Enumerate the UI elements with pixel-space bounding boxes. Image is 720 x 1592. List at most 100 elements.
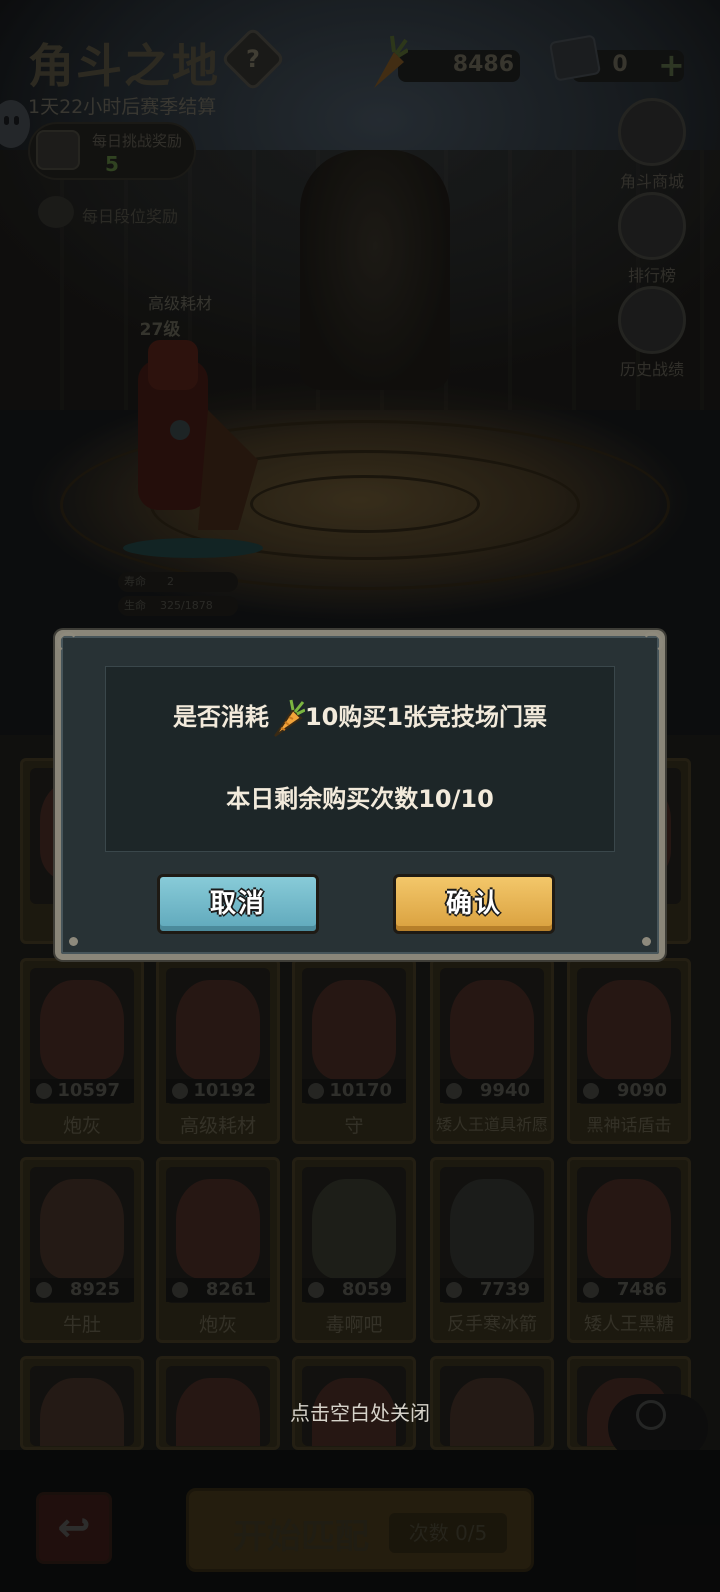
sword-icon (172, 1282, 188, 1298)
health-value: 325/1878 (160, 599, 213, 612)
unit-card[interactable]: 8925 牛肚 (20, 1157, 144, 1343)
corner-ornament (57, 632, 79, 654)
confirm-button[interactable]: 确认 (393, 874, 555, 934)
sword-icon (446, 1282, 462, 1298)
sword-icon (308, 1083, 324, 1099)
unit-power: 8261 (166, 1278, 270, 1302)
lifespan-label: 寿命 (124, 575, 146, 588)
rank-reward-icon[interactable] (38, 196, 74, 228)
unit-power-value: 8059 (341, 1279, 392, 1300)
unit-name: 高级耗材 (179, 1115, 256, 1137)
match-attempts: 次数 0/5 (389, 1513, 507, 1553)
health-bar: 生命 325/1878 (118, 596, 238, 616)
money-bag-icon (618, 98, 686, 166)
unit-power-value: 10192 (193, 1080, 256, 1101)
unit-card[interactable]: 9090 黑神话盾击 (567, 958, 691, 1144)
unit-power: 7739 (440, 1278, 544, 1302)
unit-card[interactable]: 10597 炮灰 (20, 958, 144, 1144)
unit-name: 矮人王道具祈愿 (435, 1115, 548, 1134)
unit-name: 炮灰 (198, 1314, 237, 1336)
unit-name: 牛肚 (62, 1314, 101, 1336)
unit-power: 8059 (302, 1278, 406, 1302)
sword-icon (172, 1083, 188, 1099)
knight-statue (300, 150, 450, 390)
carrot-icon (274, 699, 305, 737)
season-countdown: 1天22小时后赛季结算 (28, 96, 217, 118)
sword-icon (36, 1083, 52, 1099)
unit-name: 矮人王黑糖 (584, 1314, 674, 1335)
page-title: 角斗之地 (28, 39, 220, 93)
corner-rivet (642, 937, 651, 946)
unit-power-value: 7486 (616, 1279, 667, 1300)
unit-card[interactable]: 9940 矮人王道具祈愿 (430, 958, 554, 1144)
unit-power-value: 10170 (329, 1080, 392, 1101)
lifespan-bar: 寿命 2 (118, 572, 238, 592)
unit-power: 10597 (30, 1079, 134, 1103)
unit-card[interactable]: 7486 矮人王黑糖 (567, 1157, 691, 1343)
dialog-message-panel: 是否消耗 10购买1张竞技场门票 本日剩余购买次数10/10 (105, 666, 615, 852)
purchase-suffix: 10购买1张竞技场门票 (304, 703, 548, 731)
trophy-icon (618, 192, 686, 260)
sword-icon (583, 1282, 599, 1298)
back-button[interactable]: ↩ (36, 1492, 112, 1564)
purchase-ticket-dialog: 是否消耗 10购买1张竞技场门票 本日剩余购买次数10/10 取消 确认 (55, 630, 665, 960)
unit-power: 10192 (166, 1079, 270, 1103)
carrot-count: 8486 (452, 52, 514, 77)
unit-power-value: 8925 (69, 1279, 120, 1300)
unit-power: 9090 (577, 1079, 681, 1103)
sword-icon (308, 1282, 324, 1298)
start-match-button[interactable]: 开始匹配 次数 0/5 (186, 1488, 534, 1572)
purchase-prefix: 是否消耗 (172, 703, 269, 731)
unit-card[interactable]: 8261 炮灰 (156, 1157, 280, 1343)
daily-rank-reward-label[interactable]: 每日段位奖励 (82, 203, 178, 227)
health-label: 生命 (124, 599, 146, 612)
remaining-purchases: 本日剩余购买次数10/10 (226, 785, 494, 813)
unit-name: 炮灰 (62, 1115, 101, 1137)
unit-power: 8925 (30, 1278, 134, 1302)
purchase-question: 是否消耗 10购买1张竞技场门票 (106, 697, 614, 738)
unit-card[interactable]: 10192 高级耗材 (156, 958, 280, 1144)
tap-to-close-hint: 点击空白处关闭 (290, 1401, 430, 1425)
unit-card[interactable]: 8059 毒啊吧 (292, 1157, 416, 1343)
lifespan-value: 2 (166, 575, 174, 588)
unit-power: 10170 (302, 1079, 406, 1103)
sword-icon (446, 1083, 462, 1099)
cancel-button[interactable]: 取消 (157, 874, 319, 934)
start-match-label: 开始匹配 (233, 1517, 369, 1557)
daily-challenge-label: 每日挑战奖励 (91, 132, 182, 150)
leaderboard-label: 排行榜 (627, 266, 676, 285)
arena-shop-button[interactable]: 角斗商城 (612, 98, 692, 192)
unit-power-value: 9940 (479, 1080, 530, 1101)
hero-sprite (123, 340, 263, 558)
ticket-count: 0 (612, 52, 628, 77)
unit-name: 守 (344, 1115, 364, 1137)
unit-card[interactable]: 10170 守 (292, 958, 416, 1144)
unit-name: 毒啊吧 (325, 1314, 383, 1336)
ticket-icon (548, 34, 602, 82)
arena-ring (250, 475, 480, 533)
daily-challenge-count: 5 (105, 152, 119, 176)
history-button[interactable]: 历史战绩 (612, 286, 692, 380)
corner-rivet (69, 937, 78, 946)
unit-name: 反手寒冰箭 (447, 1314, 537, 1335)
unit-power-value: 10597 (57, 1080, 120, 1101)
unit-power-value: 8261 (205, 1279, 256, 1300)
history-label: 历史战绩 (619, 360, 684, 379)
sword-icon (583, 1083, 599, 1099)
add-ticket-button[interactable]: + (658, 49, 685, 81)
unit-power: 9940 (440, 1079, 544, 1103)
unit-power: 7486 (577, 1278, 681, 1302)
back-arrow-icon: ↩ (57, 1505, 91, 1551)
unit-power-value: 7739 (479, 1279, 530, 1300)
featured-unit-name: 高级耗材 (147, 294, 212, 313)
leaderboard-button[interactable]: 排行榜 (612, 192, 692, 286)
unit-card[interactable]: 7739 反手寒冰箭 (430, 1157, 554, 1343)
sword-icon (36, 1282, 52, 1298)
unit-power-value: 9090 (616, 1080, 667, 1101)
chest-icon (36, 130, 80, 170)
help-glyph: ? (246, 45, 260, 73)
corner-ornament (641, 632, 663, 654)
unit-name: 黑神话盾击 (586, 1116, 672, 1136)
scroll-icon (618, 286, 686, 354)
arena-shop-label: 角斗商城 (619, 172, 684, 191)
